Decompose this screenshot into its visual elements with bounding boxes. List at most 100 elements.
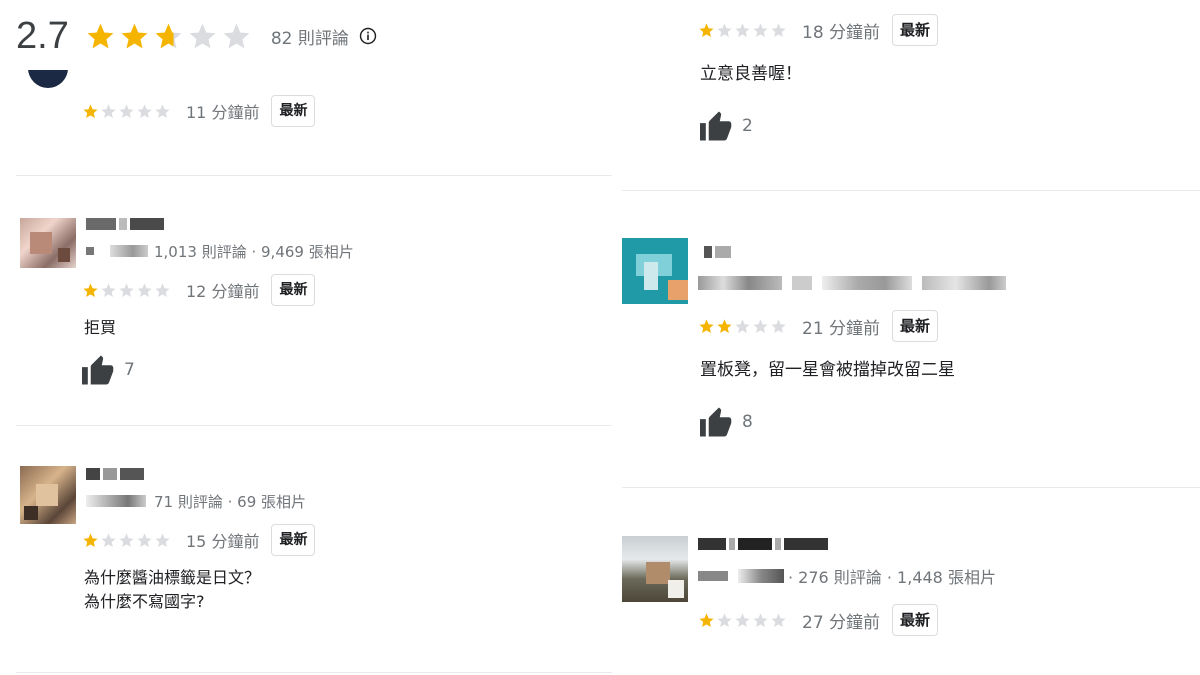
star-icon: [82, 282, 99, 299]
review-rating-row: 21 分鐘前 最新: [698, 310, 939, 342]
reviewer-level: [792, 276, 812, 290]
star-icon: [734, 22, 751, 39]
avatar[interactable]: [622, 536, 688, 602]
avatar[interactable]: [20, 466, 76, 524]
review-time: 21 分鐘前: [802, 318, 881, 339]
reviewer-stats-row: 1,013 則評論 · 9,469 張相片: [86, 240, 354, 262]
star-icon: [118, 532, 135, 549]
reviewer-level: [86, 247, 94, 255]
star-icon: [100, 282, 117, 299]
star-icon: [119, 21, 150, 52]
star-icon: [154, 532, 171, 549]
star-icon: [118, 103, 135, 120]
review-rating-row: 11 分鐘前 最新: [82, 95, 316, 127]
star-icon: [82, 532, 99, 549]
review-divider: [16, 672, 612, 673]
review-rating-row: 18 分鐘前 最新: [698, 14, 939, 46]
star-icon: [118, 282, 135, 299]
reviewer-level: [110, 245, 148, 257]
reviewer-level: [698, 276, 782, 290]
star-icon: [716, 318, 733, 335]
star-icon: [221, 21, 252, 52]
review-time: 15 分鐘前: [186, 532, 260, 551]
star-icon: [698, 318, 715, 335]
review-divider: [622, 487, 1200, 488]
newest-badge: 最新: [892, 604, 939, 636]
avatar[interactable]: [20, 218, 76, 268]
review-count[interactable]: 82 則評論: [271, 24, 349, 49]
star-icon: [154, 282, 171, 299]
reviewer-name[interactable]: [86, 468, 144, 480]
thumbs-up-icon: [700, 111, 732, 141]
average-rating: 2.7: [16, 14, 69, 57]
star-icon: [698, 612, 715, 629]
reviewer-level: [738, 569, 784, 583]
reviewer-stats: 1,013 則評論 · 9,469 張相片: [154, 242, 354, 261]
star-icon: [136, 532, 153, 549]
average-rating-stars: [85, 21, 255, 52]
reviewer-level: [822, 276, 912, 290]
like-button[interactable]: 8: [698, 406, 753, 438]
star-icon: [698, 22, 715, 39]
star-icon: [85, 21, 116, 52]
review-stars: [82, 532, 172, 549]
review-time: 11 分鐘前: [186, 103, 260, 122]
like-count: 7: [124, 360, 135, 380]
star-icon: [136, 103, 153, 120]
review-stars: [698, 22, 788, 39]
review-divider: [16, 175, 612, 176]
star-icon: [187, 21, 218, 52]
review-time: 18 分鐘前: [802, 22, 881, 43]
reviewer-name[interactable]: [698, 538, 828, 550]
newest-badge: 最新: [271, 524, 316, 556]
star-icon: [136, 282, 153, 299]
like-button[interactable]: 7: [80, 354, 135, 386]
star-icon: [100, 532, 117, 549]
reviewer-stats-row: [698, 276, 1006, 290]
star-icon: [734, 318, 751, 335]
star-icon: [153, 21, 184, 52]
thumbs-up-icon: [82, 355, 114, 385]
star-icon: [716, 22, 733, 39]
star-icon: [752, 318, 769, 335]
info-icon[interactable]: [359, 27, 377, 45]
review-text-line: 為什麼醬油標籤是日文？: [84, 568, 261, 587]
star-icon: [734, 612, 751, 629]
star-icon: [716, 612, 733, 629]
star-icon: [82, 103, 99, 120]
review-rating-row: 27 分鐘前 最新: [698, 604, 939, 636]
review-text-line: 為什麼不寫國字?: [84, 592, 205, 611]
star-icon: [770, 612, 787, 629]
reviewer-name[interactable]: [86, 218, 164, 230]
review-stars: [82, 282, 172, 299]
review-rating-row: 15 分鐘前 最新: [82, 524, 316, 556]
review-text: 為什麼醬油標籤是日文？ 為什麼不寫國字?: [84, 566, 260, 614]
reviewer-stats-row: · 276 則評論 · 1,448 張相片: [698, 565, 996, 587]
avatar[interactable]: [28, 70, 68, 88]
review-divider: [622, 190, 1200, 191]
like-button[interactable]: 2: [698, 110, 753, 142]
newest-badge: 最新: [892, 14, 939, 46]
star-icon: [100, 103, 117, 120]
review-stars: [82, 103, 172, 120]
review-text: 拒買: [84, 318, 117, 337]
reviewer-name[interactable]: [704, 246, 731, 258]
reviewer-level: [86, 495, 146, 507]
reviewer-level: [698, 571, 728, 581]
review-divider: [16, 425, 612, 426]
review-text: 立意良善喔！: [700, 64, 802, 84]
reviewer-stats-row: 71 則評論 · 69 張相片: [86, 490, 306, 512]
star-icon: [752, 612, 769, 629]
like-count: 2: [742, 116, 753, 136]
thumbs-up-icon: [700, 407, 732, 437]
review-time: 12 分鐘前: [186, 282, 260, 301]
review-time: 27 分鐘前: [802, 612, 881, 633]
rating-summary: 2.7 82 則評論: [16, 14, 377, 58]
review-stars: [698, 318, 788, 335]
newest-badge: 最新: [892, 310, 939, 342]
star-icon: [752, 22, 769, 39]
newest-badge: 最新: [271, 95, 316, 127]
avatar[interactable]: [622, 238, 688, 304]
star-icon: [770, 318, 787, 335]
newest-badge: 最新: [271, 274, 316, 306]
